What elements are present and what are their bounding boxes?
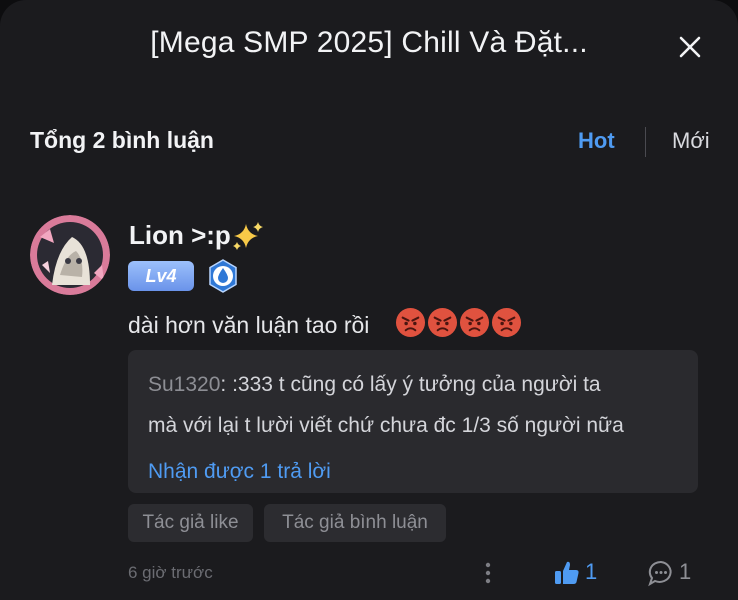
comment-count: Tổng 2 bình luận xyxy=(30,127,214,153)
sort-new-tab[interactable]: Mới xyxy=(672,128,710,154)
author-liked-tag: Tác giả like xyxy=(128,504,253,542)
reply-preview[interactable]: Su1320: :333 t cũng có lấy ý tưởng của n… xyxy=(128,350,698,493)
comment-username[interactable]: Lion >:p xyxy=(129,220,231,251)
avatar[interactable] xyxy=(30,215,110,295)
avatar-image xyxy=(30,215,110,295)
close-icon xyxy=(679,36,701,58)
sparkles-icon xyxy=(230,220,266,252)
sort-hot-tab[interactable]: Hot xyxy=(578,128,615,154)
more-vertical-icon xyxy=(485,562,491,584)
reply-count: 1 xyxy=(679,559,692,584)
like-count: 1 xyxy=(585,559,598,584)
page-title: [Mega SMP 2025] Chill Và Đặt... xyxy=(150,26,588,59)
angry-face-icon xyxy=(427,307,458,338)
thumbs-up-icon xyxy=(555,561,579,584)
angry-face-icon xyxy=(459,307,490,338)
comment-bubble-icon xyxy=(648,560,672,587)
reply-author[interactable]: Su1320 xyxy=(148,373,220,396)
more-options-button[interactable] xyxy=(479,560,497,586)
reply-preview-line-1: Su1320: :333 t cũng có lấy ý tưởng của n… xyxy=(148,373,601,397)
comment-time: 6 giờ trước xyxy=(128,563,213,582)
sort-divider xyxy=(645,127,646,157)
water-drop-badge-icon xyxy=(205,258,241,294)
reply-text-1: :333 t cũng có lấy ý tưởng của người ta xyxy=(226,373,601,396)
level-badge: Lv4 xyxy=(128,261,194,291)
comments-panel: [Mega SMP 2025] Chill Và Đặt... Tổng 2 b… xyxy=(0,0,738,600)
close-button[interactable] xyxy=(674,31,706,63)
comment-text: dài hơn văn luận tao rồi xyxy=(128,312,370,338)
reply-preview-line-2: mà với lại t lười viết chứ chưa đc 1/3 s… xyxy=(148,414,624,437)
view-replies-link[interactable]: Nhận được 1 trả lời xyxy=(148,460,331,484)
emoji-row xyxy=(395,307,523,341)
angry-face-icon xyxy=(491,307,522,338)
author-commented-tag: Tác giả bình luận xyxy=(264,504,446,542)
angry-face-icon xyxy=(395,307,426,338)
